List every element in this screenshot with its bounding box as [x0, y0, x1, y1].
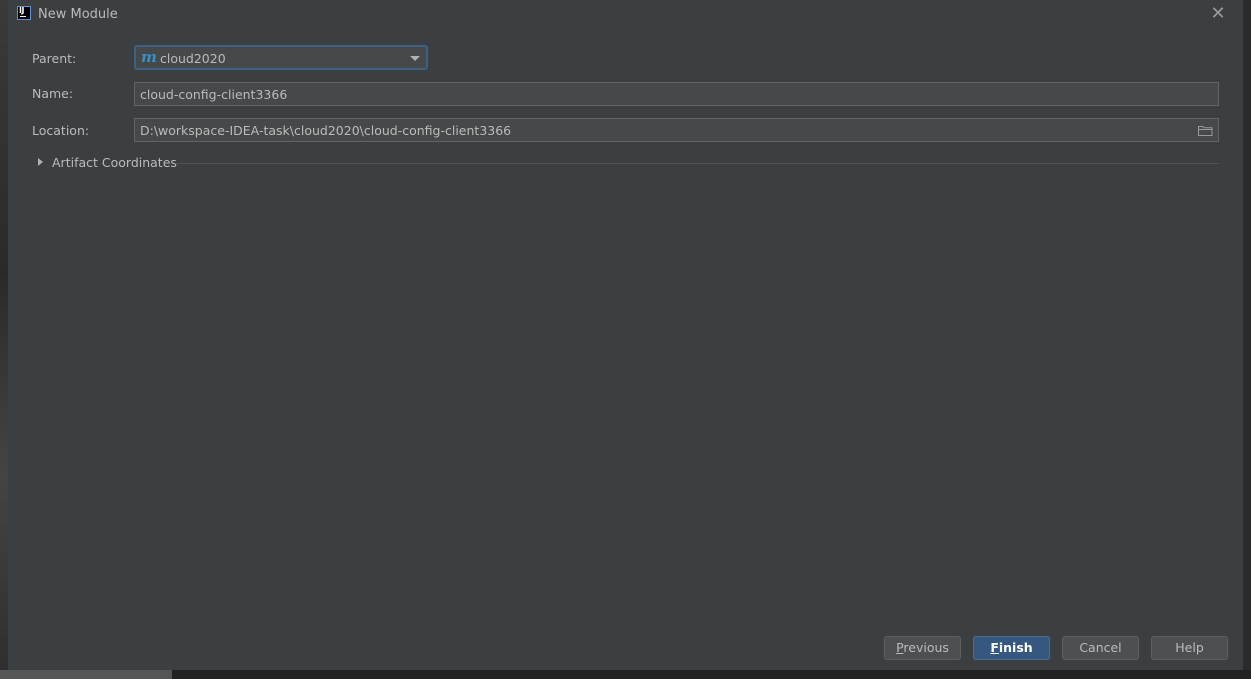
- cancel-button[interactable]: Cancel: [1062, 636, 1139, 660]
- title-bar: IJ New Module ✕: [8, 0, 1243, 30]
- location-input[interactable]: [134, 118, 1219, 142]
- name-label: Name:: [32, 86, 74, 101]
- new-module-dialog: IJ New Module ✕ Parent: m cloud2020 Name…: [8, 0, 1243, 670]
- help-button[interactable]: Help: [1151, 636, 1228, 660]
- artifact-coordinates-label: Artifact Coordinates: [52, 155, 177, 170]
- finish-button[interactable]: Finish: [973, 636, 1050, 660]
- intellij-icon: IJ: [17, 6, 31, 20]
- dialog-title: New Module: [38, 7, 118, 22]
- close-icon[interactable]: ✕: [1209, 5, 1227, 23]
- parent-value: cloud2020: [160, 51, 226, 66]
- parent-label: Parent:: [32, 51, 77, 66]
- parent-combobox[interactable]: m cloud2020: [134, 45, 428, 70]
- folder-icon[interactable]: [1198, 125, 1213, 136]
- taskbar-strip: [0, 670, 1251, 679]
- location-label: Location:: [32, 123, 90, 138]
- maven-m-icon: m: [141, 48, 157, 66]
- chevron-down-icon: [410, 56, 420, 61]
- section-divider: [175, 163, 1219, 164]
- previous-button[interactable]: Previous: [884, 636, 961, 660]
- desktop-background: [0, 0, 8, 679]
- name-input[interactable]: [134, 82, 1219, 106]
- chevron-right-icon: [38, 158, 43, 166]
